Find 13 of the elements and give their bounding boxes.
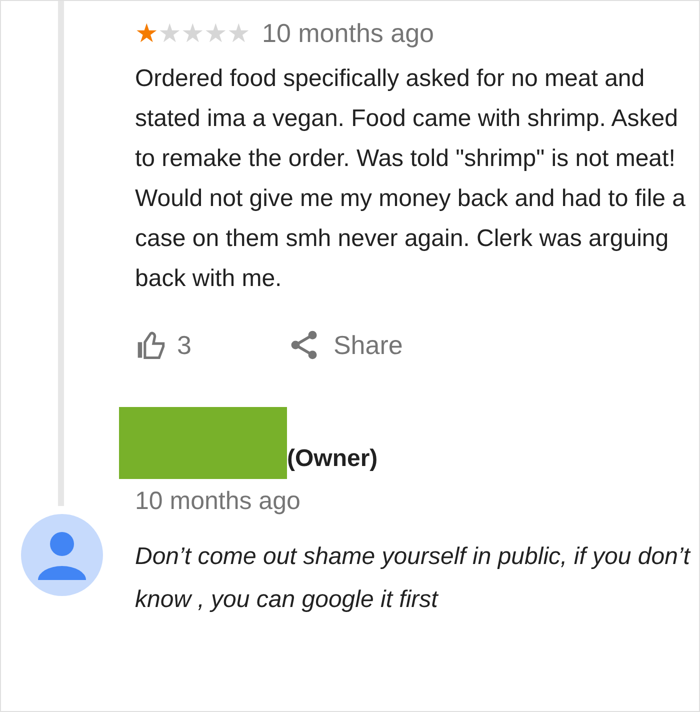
share-button[interactable]: Share	[287, 326, 403, 364]
like-count: 3	[177, 328, 192, 362]
star-icon: ★	[204, 20, 227, 46]
star-icon: ★	[135, 20, 158, 46]
review-time: 10 months ago	[262, 16, 434, 50]
owner-label: (Owner)	[287, 444, 378, 474]
reply-text: Don’t come out shame yourself in public, if you don’t know , you can google it first	[135, 542, 692, 614]
star-icon: ★	[227, 20, 250, 46]
review-text: Ordered food specifically asked for no meat and stated ima a vegan. Food came with shrimp. Asked to remake the order. Was told "shrimp" is not meat! Would not give me my money back and had to file a case on them smh never again. Clerk was arguing back with me.	[135, 64, 687, 294]
reply-time: 10 months ago	[135, 486, 302, 517]
star-icon: ★	[158, 20, 181, 46]
star-icon: ★	[181, 20, 204, 46]
avatar-icon	[21, 514, 103, 596]
